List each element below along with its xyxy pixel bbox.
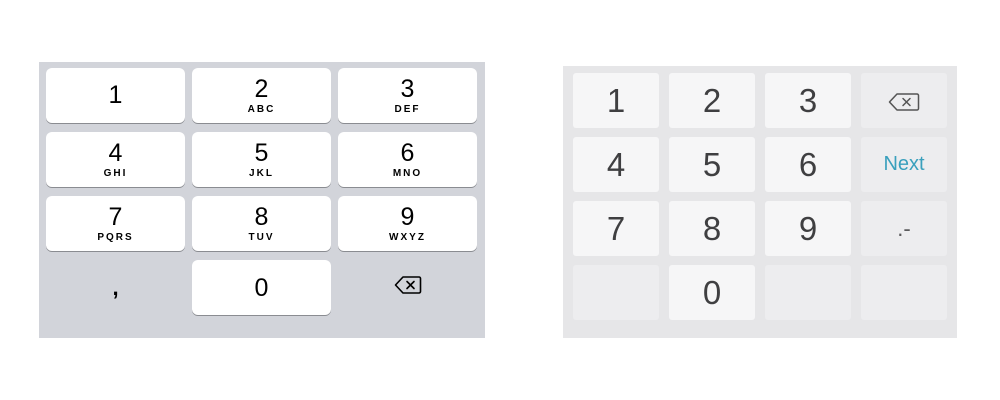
key-0[interactable]: 0 bbox=[192, 260, 331, 315]
key-3[interactable]: 3 bbox=[765, 73, 851, 128]
key-digit: 8 bbox=[254, 202, 269, 231]
android-number-keypad: 1 2 3 4 5 6 Next 7 8 9 .- 0 bbox=[563, 66, 957, 338]
key-digit: 9 bbox=[798, 209, 818, 247]
key-digit: 4 bbox=[606, 145, 626, 183]
key-5[interactable]: 5 bbox=[669, 137, 755, 192]
key-digit: 7 bbox=[108, 202, 123, 231]
key-7[interactable]: 7 bbox=[573, 201, 659, 256]
key-digit: 2 bbox=[254, 74, 269, 103]
delete-key[interactable] bbox=[861, 73, 947, 128]
key-digit: 3 bbox=[400, 74, 415, 103]
key-4[interactable]: 4 bbox=[573, 137, 659, 192]
key-digit: 6 bbox=[400, 138, 415, 167]
key-0[interactable]: 0 bbox=[669, 265, 755, 320]
key-5[interactable]: 5 JKL bbox=[192, 132, 331, 187]
key-2[interactable]: 2 ABC bbox=[192, 68, 331, 123]
backspace-icon bbox=[394, 275, 422, 300]
next-label: Next bbox=[883, 153, 925, 175]
key-digit: 5 bbox=[702, 145, 722, 183]
key-digit: 4 bbox=[108, 138, 123, 167]
symbols-label: .- bbox=[897, 215, 911, 241]
key-letters: WXYZ bbox=[389, 231, 426, 243]
key-9[interactable]: 9 bbox=[765, 201, 851, 256]
key-letters: DEF bbox=[394, 103, 421, 115]
key-digit: 5 bbox=[254, 138, 269, 167]
key-letters: GHI bbox=[103, 167, 128, 179]
next-button[interactable]: Next bbox=[861, 137, 947, 192]
key-8[interactable]: 8 TUV bbox=[192, 196, 331, 251]
key-2[interactable]: 2 bbox=[669, 73, 755, 128]
key-digit: 6 bbox=[798, 145, 818, 183]
key-letters: PQRS bbox=[97, 231, 134, 243]
comma-key[interactable]: , bbox=[46, 260, 185, 315]
key-6[interactable]: 6 MNO bbox=[338, 132, 477, 187]
key-digit: 1 bbox=[108, 80, 123, 109]
key-digit: 0 bbox=[254, 273, 269, 302]
key-1[interactable]: 1 bbox=[46, 68, 185, 123]
blank-key-middle bbox=[765, 265, 851, 320]
key-digit: 9 bbox=[400, 202, 415, 231]
key-9[interactable]: 9 WXYZ bbox=[338, 196, 477, 251]
blank-key-right bbox=[861, 265, 947, 320]
backspace-icon bbox=[888, 82, 920, 120]
key-3[interactable]: 3 DEF bbox=[338, 68, 477, 123]
key-digit: 8 bbox=[702, 209, 722, 247]
key-digit: 1 bbox=[606, 81, 626, 119]
key-1[interactable]: 1 bbox=[573, 73, 659, 128]
blank-key-left bbox=[573, 265, 659, 320]
key-4[interactable]: 4 GHI bbox=[46, 132, 185, 187]
key-letters: ABC bbox=[247, 103, 276, 115]
ios-number-keypad: 1 2 ABC 3 DEF 4 GHI 5 JKL 6 MNO 7 PQRS 8… bbox=[39, 62, 485, 338]
comma-label: , bbox=[112, 274, 119, 300]
key-digit: 3 bbox=[798, 81, 818, 119]
key-letters: MNO bbox=[392, 167, 423, 179]
key-letters: TUV bbox=[248, 231, 275, 243]
key-digit: 7 bbox=[606, 209, 626, 247]
key-digit: 0 bbox=[702, 273, 722, 311]
key-letters: JKL bbox=[249, 167, 274, 179]
key-digit: 2 bbox=[702, 81, 722, 119]
key-6[interactable]: 6 bbox=[765, 137, 851, 192]
symbols-key[interactable]: .- bbox=[861, 201, 947, 256]
key-8[interactable]: 8 bbox=[669, 201, 755, 256]
delete-key[interactable] bbox=[338, 260, 477, 315]
key-7[interactable]: 7 PQRS bbox=[46, 196, 185, 251]
